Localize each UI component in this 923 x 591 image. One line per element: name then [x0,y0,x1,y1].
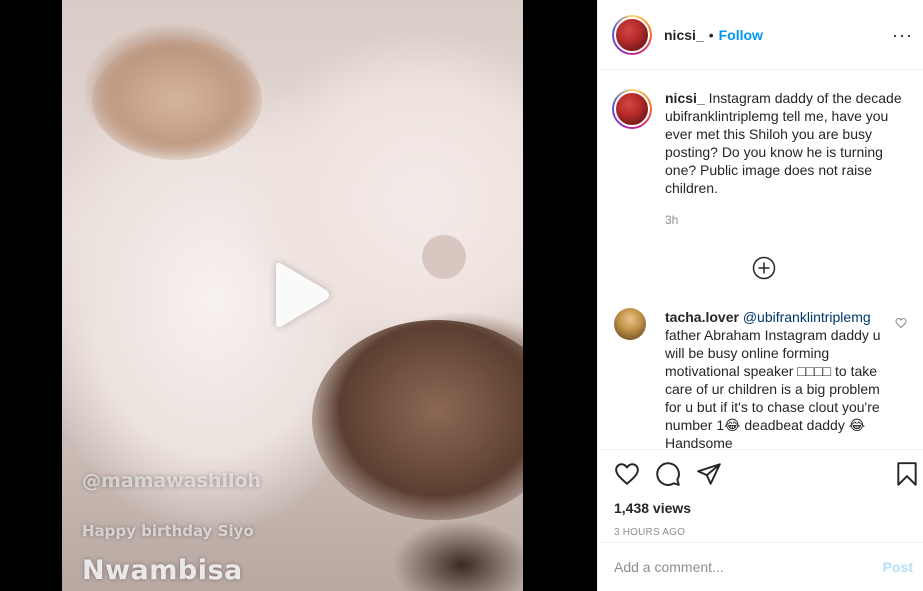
avatar[interactable] [614,308,646,340]
add-comment-bar: Post [598,542,923,591]
avatar-image [614,16,650,53]
video-detail [392,520,523,591]
post-header: nicsi_ • Follow ··· [598,0,923,70]
heart-icon[interactable] [614,461,640,487]
comment-input[interactable] [614,559,883,575]
caption-time[interactable]: 3h [665,211,903,229]
header-username[interactable]: nicsi_ [664,27,704,43]
action-icons [614,450,917,498]
post-timestamp[interactable]: 3 HOURS AGO [614,527,907,538]
caption-username[interactable]: nicsi_ [665,90,705,106]
instagram-post: @mamawashiloh Happy birthday Siyo Nwambi… [0,0,923,591]
follow-button[interactable]: Follow [719,27,763,43]
bookmark-icon[interactable] [894,461,920,487]
video-overlay-text: @mamawashiloh [82,470,262,492]
play-icon[interactable] [268,261,332,329]
view-count[interactable]: 1,438 views [614,500,907,516]
more-options-icon[interactable]: ··· [892,26,913,44]
avatar-image [614,91,650,127]
share-icon[interactable] [696,461,722,487]
video-detail [92,40,262,160]
caption-body: nicsi_ Instagram daddy of the decade ubi… [665,89,903,229]
post-side-panel: nicsi_ • Follow ··· nicsi_ Instagram dad… [597,0,923,591]
comment-icon[interactable] [655,461,681,487]
comment-text: father Abraham Instagram daddy u will be… [665,327,881,449]
comment-like-icon[interactable] [895,316,909,330]
separator-dot: • [708,26,714,43]
post-actions: 1,438 views 3 HOURS AGO [598,449,923,543]
comment-body: tacha.lover @ubifranklintriplemg father … [665,308,885,449]
list-item: tacha.lover @ubifranklintriplemg father … [612,308,907,449]
video-container[interactable]: @mamawashiloh Happy birthday Siyo Nwambi… [0,0,597,591]
comments-list[interactable]: nicsi_ Instagram daddy of the decade ubi… [598,71,923,449]
caption: nicsi_ Instagram daddy of the decade ubi… [612,89,907,229]
post-comment-button[interactable]: Post [883,559,913,575]
comment-username[interactable]: tacha.lover [665,309,739,325]
video-overlay-text: Happy birthday Siyo [82,522,254,540]
video-detail [312,320,523,520]
avatar[interactable] [612,14,652,55]
comment-mention[interactable]: @ubifranklintriplemg [743,309,871,325]
plus-circle-icon[interactable] [752,256,776,280]
avatar[interactable] [612,89,652,129]
video-overlay-text: Nwambisa [82,555,243,586]
video-detail [422,235,466,279]
